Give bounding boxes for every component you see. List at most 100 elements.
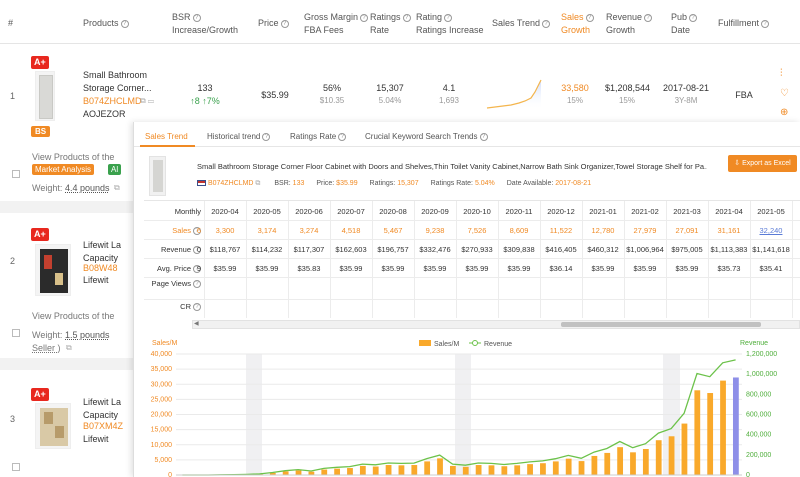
table-cell: $332,476 — [419, 245, 451, 254]
scroll-left-icon[interactable]: ◀ — [194, 320, 199, 327]
table-grid-line — [750, 201, 751, 318]
table-cell: $1,006,964 — [626, 245, 664, 254]
sales-bar — [681, 423, 688, 475]
tab-ratings-rate[interactable]: Ratings Rate — [290, 132, 347, 141]
legend-label-revenue: Revenue — [484, 341, 512, 348]
external-link-icon[interactable]: ⧉ — [255, 180, 260, 187]
product-asin[interactable]: B07XM4Z — [83, 421, 123, 431]
y-tick-label: 0 — [168, 472, 172, 477]
header-price[interactable]: Price — [258, 17, 289, 30]
sales-bar — [540, 463, 546, 475]
product-brand: AOJEZOR — [83, 109, 126, 119]
panel-asin[interactable]: B074ZHCLMD — [208, 180, 254, 187]
view-products-text[interactable]: View Products of the — [32, 152, 114, 162]
tab-historical-trend[interactable]: Historical trend — [207, 132, 271, 141]
gross-margin: 56% — [322, 83, 341, 93]
table-grid-line — [624, 201, 625, 318]
help-icon[interactable] — [280, 19, 289, 28]
help-icon[interactable] — [120, 19, 129, 28]
header-sales[interactable]: SalesGrowth — [561, 11, 594, 37]
add-icon[interactable]: ⊕ — [780, 107, 788, 118]
weight-value: 4.4 pounds — [65, 183, 110, 193]
edit-icon[interactable]: ⧉ — [66, 343, 72, 353]
external-link-icon[interactable]: ⧉ ▭ — [140, 96, 154, 106]
header-sales-trend[interactable]: Sales Trend — [492, 17, 551, 30]
sales-trend-panel: Sales Trend Historical trend Ratings Rat… — [133, 122, 800, 477]
product-image[interactable] — [35, 244, 71, 296]
row-checkbox[interactable] — [12, 329, 20, 337]
y-tick-label: 5,000 — [154, 457, 172, 464]
help-icon[interactable] — [193, 303, 201, 312]
table-cell: $1,113,383 — [710, 245, 748, 254]
view-products-text[interactable]: View Products of the — [32, 311, 114, 321]
help-icon[interactable] — [402, 13, 411, 22]
heart-icon[interactable]: ♡ — [780, 88, 789, 99]
y-tick-label: 35,000 — [151, 366, 173, 373]
header-pub-date[interactable]: PubDate — [671, 11, 698, 37]
product-brand: Lifewit — [83, 434, 109, 444]
export-excel-button[interactable]: ⇩ Export as Excel — [728, 155, 797, 172]
table-scrollbar[interactable]: ◀ — [192, 320, 800, 329]
bar-chart-icon[interactable]: ⫶ — [780, 68, 783, 79]
date-value: 2017-08-21 — [555, 180, 592, 187]
y-tick-label: 30,000 — [151, 381, 173, 388]
row-checkbox[interactable] — [12, 170, 20, 178]
help-icon[interactable] — [644, 13, 653, 22]
sales-growth: 15% — [566, 96, 583, 105]
sales-trend-sparkline[interactable] — [485, 74, 545, 110]
month-header: 2021-04 — [715, 207, 743, 216]
help-icon[interactable] — [360, 13, 369, 22]
table-cell: $35.99 — [465, 264, 489, 273]
help-icon[interactable] — [479, 132, 488, 141]
header-rating[interactable]: RatingRatings Increase — [416, 11, 484, 37]
monthly-header: Monthly — [174, 207, 201, 216]
product-image[interactable] — [35, 71, 55, 121]
tab-keyword-trends[interactable]: Crucial Keyword Search Trends — [365, 132, 488, 141]
table-cell: $35.41 — [759, 264, 783, 273]
sales-bar — [475, 465, 482, 475]
sales-bar — [668, 436, 675, 475]
header-fulfillment[interactable]: Fulfillment — [718, 17, 770, 30]
market-analysis-tag[interactable]: Market Analysis — [32, 164, 95, 175]
header-revenue[interactable]: RevenueGrowth — [606, 11, 653, 37]
help-icon[interactable] — [338, 132, 347, 141]
product-image[interactable] — [35, 403, 71, 449]
sales-bar — [372, 466, 379, 475]
date-label: Date Available: — [506, 180, 554, 187]
pub-age: 3Y-8M — [674, 96, 698, 105]
help-icon[interactable] — [262, 132, 271, 141]
help-icon[interactable] — [585, 13, 594, 22]
y2-tick-label: 400,000 — [746, 432, 771, 439]
table-cell: 4,518 — [341, 226, 361, 235]
product-asin[interactable]: B08W48 — [83, 263, 118, 273]
help-icon[interactable] — [761, 19, 770, 28]
seller-link[interactable]: Seller ) — [32, 343, 61, 353]
help-icon[interactable] — [542, 19, 551, 28]
table-header: # Products BSRIncrease/Growth Price Gros… — [0, 0, 800, 44]
help-icon[interactable] — [444, 13, 453, 22]
header-ratings[interactable]: RatingsRate — [370, 11, 411, 37]
help-icon[interactable] — [192, 13, 201, 22]
scrollbar-thumb[interactable] — [561, 322, 761, 327]
product-title[interactable]: Lifewit La Capacity — [83, 239, 121, 265]
tab-sales-trend[interactable]: Sales Trend — [145, 132, 188, 141]
table-grid-line — [144, 239, 800, 240]
header-products[interactable]: Products — [83, 17, 129, 30]
sales-bar — [720, 380, 726, 475]
edit-icon[interactable]: ⧉ — [114, 183, 120, 193]
table-cell: 11,522 — [549, 226, 573, 235]
sales-bar — [398, 465, 405, 475]
al-tag[interactable]: Al — [108, 164, 122, 175]
table-grid-line — [498, 201, 499, 318]
header-bsr[interactable]: BSRIncrease/Growth — [172, 11, 238, 37]
row-checkbox[interactable] — [12, 463, 20, 471]
product-asin[interactable]: B074ZHCLMD — [83, 96, 142, 106]
weight-label: Weight: — [32, 183, 63, 193]
header-gross-margin[interactable]: Gross MarginFBA Fees — [304, 11, 369, 37]
month-header: 2021-01 — [589, 207, 617, 216]
product-title[interactable]: Small Bathroom Storage Corner... — [83, 69, 152, 95]
y2-tick-label: 0 — [746, 472, 750, 477]
help-icon[interactable] — [689, 13, 698, 22]
help-icon[interactable] — [193, 280, 201, 289]
product-title[interactable]: Lifewit La Capacity — [83, 396, 121, 422]
